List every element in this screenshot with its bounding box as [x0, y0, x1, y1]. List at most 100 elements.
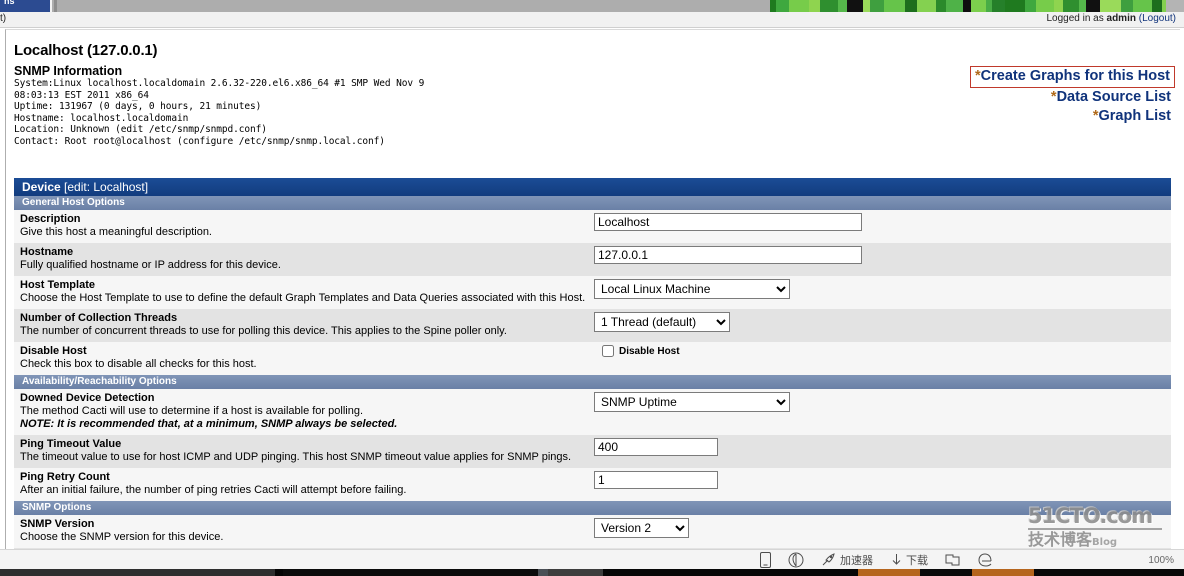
green-banner-graphic: [770, 0, 1166, 12]
mobile-view-icon[interactable]: [760, 552, 771, 568]
logout-link[interactable]: (Logout): [1139, 13, 1176, 24]
download-label: 下载: [906, 555, 928, 567]
field-note: NOTE: It is recommended that, at a minim…: [20, 418, 398, 430]
accelerator-icon[interactable]: 加速器: [821, 552, 873, 568]
browser-chrome: ns: [0, 0, 1184, 12]
section-general-host-options: General Host Options: [14, 196, 1171, 210]
label-cell: Disable Host Check this box to disable a…: [14, 342, 594, 375]
field-description: The timeout value to use for host ICMP a…: [20, 451, 572, 463]
field-row-ping-retry: Ping Retry Count After an initial failur…: [14, 468, 1171, 501]
zoom-level-indicator[interactable]: 100%: [1148, 555, 1174, 566]
description-input[interactable]: [594, 213, 862, 231]
window-icon[interactable]: [945, 553, 960, 567]
label-cell: Host Template Choose the Host Template t…: [14, 276, 594, 309]
field-description: The method Cacti will use to determine i…: [20, 405, 364, 417]
create-graphs-for-this-host-link[interactable]: *Create Graphs for this Host: [975, 67, 1170, 86]
create-graphs-highlight-box: *Create Graphs for this Host: [970, 66, 1175, 88]
field-label: Ping Retry Count: [20, 471, 110, 483]
field-label: Hostname: [20, 246, 74, 258]
accelerator-label: 加速器: [840, 555, 873, 567]
ping-timeout-input[interactable]: [594, 438, 718, 456]
snmp-version-select[interactable]: Version 2: [594, 518, 689, 538]
field-cell: SNMP Uptime: [594, 389, 1171, 416]
field-row-description: Description Give this host a meaningful …: [14, 210, 1171, 243]
desktop-taskbar: [0, 569, 1184, 576]
label-cell: Number of Collection Threads The number …: [14, 309, 594, 342]
login-username: admin: [1106, 13, 1136, 24]
field-label: Disable Host: [20, 345, 87, 357]
data-source-list-link[interactable]: *Data Source List: [970, 88, 1171, 107]
device-header-edit: [edit: Localhost]: [60, 180, 149, 194]
login-status: Logged in as admin (Logout): [1046, 13, 1176, 24]
device-header-title: Device: [22, 180, 61, 194]
field-row-snmp-version: SNMP Version Choose the SNMP version for…: [14, 515, 1171, 548]
field-description: Check this box to disable all checks for…: [20, 358, 257, 370]
field-description: Choose the SNMP version for this device.: [20, 531, 224, 543]
chrome-right-padding: [1166, 0, 1184, 12]
field-cell: 1 Thread (default): [594, 309, 1171, 336]
section-snmp-options: SNMP Options: [14, 501, 1171, 515]
status-bar-icons: 加速器 下载: [760, 552, 993, 568]
field-row-disable-host: Disable Host Check this box to disable a…: [14, 342, 1171, 375]
field-cell: Local Linux Machine: [594, 276, 1171, 303]
field-description: After an initial failure, the number of …: [20, 484, 407, 496]
field-label: Host Template: [20, 279, 95, 291]
edge-logo-icon[interactable]: [977, 552, 993, 568]
disable-host-checkbox-label: Disable Host: [619, 345, 680, 357]
field-label: Number of Collection Threads: [20, 312, 178, 324]
label-cell: Ping Timeout Value The timeout value to …: [14, 435, 594, 468]
field-cell: [594, 243, 1171, 268]
label-cell: Ping Retry Count After an initial failur…: [14, 468, 594, 501]
snmp-system-text: System:Linux localhost.localdomain 2.6.3…: [14, 78, 425, 101]
disable-host-checkbox-wrap[interactable]: Disable Host: [594, 345, 1171, 357]
field-description: Give this host a meaningful description.: [20, 226, 212, 238]
label-cell: Description Give this host a meaningful …: [14, 210, 594, 243]
downed-device-detection-select[interactable]: SNMP Uptime: [594, 392, 790, 412]
snmp-location-text: Location: Unknown (edit /etc/snmp/snmpd.…: [14, 124, 267, 136]
login-prefix: Logged in as: [1046, 13, 1107, 24]
page-content-frame: Localhost (127.0.0.1) SNMP Information S…: [5, 29, 1180, 550]
section-availability-reachability-options: Availability/Reachability Options: [14, 375, 1171, 389]
field-label: Ping Timeout Value: [20, 438, 122, 450]
field-description: Choose the Host Template to use to defin…: [20, 292, 586, 304]
device-form-table: Device [edit: Localhost] General Host Op…: [14, 178, 1171, 550]
field-row-ping-timeout: Ping Timeout Value The timeout value to …: [14, 435, 1171, 468]
browser-status-bar: 加速器 下载 100%: [0, 549, 1184, 570]
download-icon[interactable]: 下载: [890, 552, 928, 568]
browser-tab[interactable]: ns: [0, 0, 52, 12]
field-row-hostname: Hostname Fully qualified hostname or IP …: [14, 243, 1171, 276]
tab-separator: [54, 0, 57, 12]
label-cell: Downed Device Detection The method Cacti…: [14, 389, 594, 435]
device-header-bar: Device [edit: Localhost]: [14, 178, 1171, 196]
field-row-downed-device-detection: Downed Device Detection The method Cacti…: [14, 389, 1171, 435]
graph-list-label: Graph List: [1098, 108, 1171, 124]
data-source-list-label: Data Source List: [1056, 89, 1171, 105]
field-label: SNMP Version: [20, 518, 95, 530]
field-label: Description: [20, 213, 81, 225]
label-cell: Hostname Fully qualified hostname or IP …: [14, 243, 594, 276]
topbar-left-text: t): [0, 13, 7, 24]
host-template-select[interactable]: Local Linux Machine: [594, 279, 790, 299]
cacti-top-bar: t) Logged in as admin (Logout): [0, 12, 1184, 28]
field-row-host-template: Host Template Choose the Host Template t…: [14, 276, 1171, 309]
label-cell: SNMP Version Choose the SNMP version for…: [14, 515, 594, 548]
ping-retry-input[interactable]: [594, 471, 718, 489]
field-cell: Disable Host: [594, 342, 1171, 361]
graph-list-link[interactable]: *Graph List: [970, 107, 1171, 126]
field-description: The number of concurrent threads to use …: [20, 325, 507, 337]
field-cell: [594, 435, 1171, 460]
field-cell: Version 2: [594, 515, 1171, 542]
shield-icon[interactable]: [788, 552, 804, 568]
page-title: Localhost (127.0.0.1): [14, 42, 158, 59]
field-label: Downed Device Detection: [20, 392, 155, 404]
host-action-links: *Create Graphs for this Host *Data Sourc…: [970, 66, 1175, 126]
snmp-contact-text: Contact: Root root@localhost (configure …: [14, 135, 385, 147]
field-description: Fully qualified hostname or IP address f…: [20, 259, 281, 271]
create-graphs-label: Create Graphs for this Host: [980, 68, 1170, 84]
field-row-collection-threads: Number of Collection Threads The number …: [14, 309, 1171, 342]
hostname-input[interactable]: [594, 246, 862, 264]
browser-tab-label: ns: [4, 0, 15, 6]
field-cell: [594, 210, 1171, 235]
collection-threads-select[interactable]: 1 Thread (default): [594, 312, 730, 332]
disable-host-checkbox[interactable]: [602, 345, 614, 357]
